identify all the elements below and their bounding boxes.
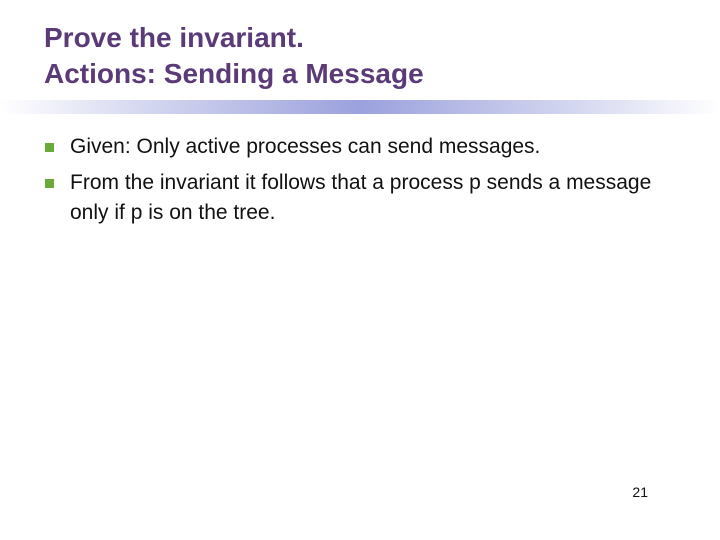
slide-title: Prove the invariant. Actions: Sending a … bbox=[44, 20, 684, 92]
slide: Prove the invariant. Actions: Sending a … bbox=[0, 0, 720, 540]
square-bullet-icon bbox=[45, 179, 54, 188]
bullet-item: From the invariant it follows that a pro… bbox=[44, 168, 664, 228]
bullet-text: From the invariant it follows that a pro… bbox=[70, 171, 652, 224]
page-number: 21 bbox=[632, 484, 648, 500]
square-bullet-icon bbox=[45, 143, 54, 152]
slide-title-line-2: Actions: Sending a Message bbox=[44, 58, 424, 89]
bullet-text: Given: Only active processes can send me… bbox=[70, 135, 541, 158]
bullet-item: Given: Only active processes can send me… bbox=[44, 132, 664, 162]
bullet-list: Given: Only active processes can send me… bbox=[44, 132, 664, 234]
title-divider bbox=[0, 100, 720, 114]
slide-title-line-1: Prove the invariant. bbox=[44, 22, 304, 53]
